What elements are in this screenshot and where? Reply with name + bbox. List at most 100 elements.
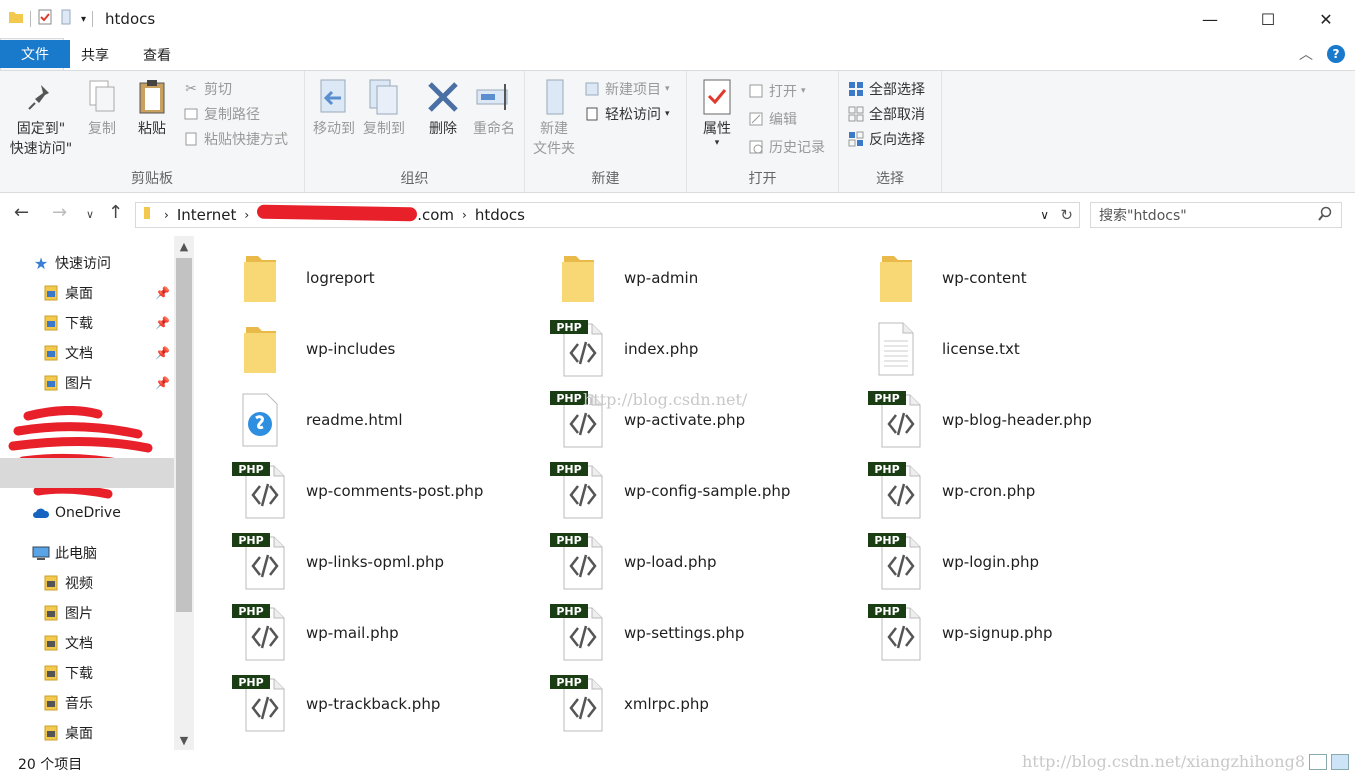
sidebar-item-pc-2[interactable]: 文档	[0, 628, 174, 658]
back-arrow-icon[interactable]: ←	[14, 202, 29, 223]
pin-icon[interactable]: 📌	[155, 316, 170, 330]
tab-share[interactable]: 共享	[64, 40, 126, 70]
edit-button[interactable]: 编辑	[747, 107, 797, 131]
close-button[interactable]: ✕	[1297, 0, 1355, 38]
computer-icon	[32, 544, 50, 562]
sidebar-item-qa-3[interactable]: 图片 📌	[0, 368, 174, 398]
properties-icon[interactable]	[37, 9, 53, 29]
refresh-icon[interactable]: ↻	[1060, 206, 1073, 224]
paste-button[interactable]: 粘贴	[132, 77, 172, 139]
history-button[interactable]: 历史记录	[747, 135, 825, 159]
details-view-icon[interactable]	[1309, 754, 1327, 770]
address-bar[interactable]: › Internet › .com › htdocs ∨ ↻	[135, 202, 1080, 228]
file-item[interactable]: PHP wp-comments-post.php	[230, 459, 530, 523]
file-name: wp-blog-header.php	[942, 411, 1092, 429]
file-item[interactable]: PHP index.php	[548, 317, 848, 381]
search-input[interactable]: 搜索"htdocs"	[1090, 202, 1342, 228]
sidebar-item-onedrive[interactable]: OneDrive	[0, 498, 174, 528]
delete-button[interactable]: 删除	[423, 77, 463, 139]
tab-file[interactable]: 文件	[0, 40, 70, 68]
new-folder-button[interactable]: 新建 文件夹	[531, 77, 577, 159]
file-name: wp-links-opml.php	[306, 553, 445, 571]
copy-path-button[interactable]: 复制路径	[182, 102, 260, 126]
sidebar-item-pc-1[interactable]: 图片	[0, 598, 174, 628]
sidebar-item-pc-4[interactable]: 音乐	[0, 688, 174, 718]
select-none-button[interactable]: 全部取消	[847, 102, 925, 126]
pin-icon[interactable]: 📌	[155, 286, 170, 300]
file-item[interactable]: PHP wp-links-opml.php	[230, 530, 530, 594]
pin-icon[interactable]: 📌	[155, 376, 170, 390]
file-name: wp-settings.php	[624, 624, 745, 642]
pin-to-quick-access-button[interactable]: 固定到" 快速访问"	[6, 77, 76, 159]
sidebar-item-redacted[interactable]	[0, 458, 174, 488]
chevron-down-icon[interactable]: ▾	[81, 14, 86, 25]
scroll-up-icon[interactable]: ▲	[174, 236, 194, 256]
sidebar-item-quick-access[interactable]: ★ 快速访问	[0, 248, 174, 278]
minimize-button[interactable]: —	[1181, 0, 1239, 38]
chevron-down-icon: ▾	[665, 84, 670, 94]
sidebar-item-pc-0[interactable]: 视频	[0, 568, 174, 598]
php-file-icon: PHP	[866, 601, 926, 665]
file-item[interactable]: PHP wp-cron.php	[866, 459, 1166, 523]
file-item[interactable]: PHP wp-blog-header.php	[866, 388, 1166, 452]
chevron-up-icon[interactable]: ︿	[1299, 44, 1313, 64]
file-item[interactable]: wp-includes	[230, 317, 530, 381]
properties-button[interactable]: 属性 ▾	[697, 77, 737, 148]
new-item-button[interactable]: 新建项目 ▾	[583, 77, 670, 101]
copy-to-button[interactable]: 复制到	[361, 77, 407, 139]
move-to-button[interactable]: 移动到	[311, 77, 357, 139]
php-file-icon: PHP	[230, 601, 290, 665]
breadcrumb-htdocs[interactable]: htdocs	[475, 206, 525, 224]
file-item[interactable]: readme.html	[230, 388, 530, 452]
file-item[interactable]: PHP wp-signup.php	[866, 601, 1166, 665]
file-item[interactable]: wp-admin	[548, 246, 848, 310]
file-item[interactable]: PHP wp-settings.php	[548, 601, 848, 665]
scrollbar-thumb[interactable]	[176, 258, 192, 612]
select-all-icon	[847, 80, 865, 98]
tab-view[interactable]: 查看	[126, 40, 188, 70]
pin-icon[interactable]: 📌	[155, 346, 170, 360]
file-name: wp-mail.php	[306, 624, 399, 642]
file-item[interactable]: PHP wp-config-sample.php	[548, 459, 848, 523]
scroll-down-icon[interactable]: ▼	[174, 730, 194, 750]
help-icon[interactable]: ?	[1327, 45, 1345, 63]
sidebar-item-qa-2[interactable]: 文档 📌	[0, 338, 174, 368]
maximize-button[interactable]: ☐	[1239, 0, 1297, 38]
sidebar-item-qa-1[interactable]: 下载 📌	[0, 308, 174, 338]
breadcrumb-domain[interactable]: .com	[257, 204, 454, 224]
up-arrow-icon[interactable]: ↑	[108, 202, 123, 223]
copy-button[interactable]: 复制	[82, 77, 122, 139]
sidebar-item-pc-3[interactable]: 下载	[0, 658, 174, 688]
file-item[interactable]: PHP wp-trackback.php	[230, 672, 530, 736]
folder-icon	[8, 9, 24, 29]
pictures-icon	[42, 604, 60, 622]
paste-shortcut-button[interactable]: 粘贴快捷方式	[182, 127, 288, 151]
file-item[interactable]: wp-content	[866, 246, 1166, 310]
select-all-button[interactable]: 全部选择	[847, 77, 925, 101]
cut-button[interactable]: ✂ 剪切	[182, 77, 232, 101]
invert-selection-button[interactable]: 反向选择	[847, 127, 925, 151]
sidebar-item-qa-0[interactable]: 桌面 📌	[0, 278, 174, 308]
html-file-icon	[230, 388, 290, 452]
new-group: 新建 文件夹 新建项目 ▾ 轻松访问 ▾ 新建	[525, 71, 687, 192]
forward-arrow-icon[interactable]: →	[52, 202, 67, 223]
address-dropdown-chevron-icon[interactable]: ∨	[1040, 208, 1049, 222]
rename-button[interactable]: 重命名	[469, 77, 519, 139]
breadcrumb-internet[interactable]: Internet	[177, 206, 237, 224]
open-button[interactable]: 打开 ▾	[747, 79, 806, 103]
new-folder-icon[interactable]	[59, 9, 75, 29]
sidebar-scrollbar[interactable]: ▲ ▼	[174, 236, 194, 750]
file-item[interactable]: PHP wp-login.php	[866, 530, 1166, 594]
large-icons-view-icon[interactable]	[1331, 754, 1349, 770]
file-item[interactable]: logreport	[230, 246, 530, 310]
sidebar-item-pc-5[interactable]: 桌面	[0, 718, 174, 748]
sidebar-item-this-pc[interactable]: 此电脑	[0, 538, 174, 568]
php-file-icon: PHP	[548, 530, 608, 594]
easy-access-button[interactable]: 轻松访问 ▾	[583, 102, 670, 126]
file-item[interactable]: PHP xmlrpc.php	[548, 672, 848, 736]
recent-locations-chevron-icon[interactable]: ∨	[86, 208, 94, 221]
file-item[interactable]: PHP wp-mail.php	[230, 601, 530, 665]
file-item[interactable]: PHP wp-load.php	[548, 530, 848, 594]
file-item[interactable]: license.txt	[866, 317, 1166, 381]
select-group: 全部选择 全部取消 反向选择 选择	[839, 71, 942, 192]
